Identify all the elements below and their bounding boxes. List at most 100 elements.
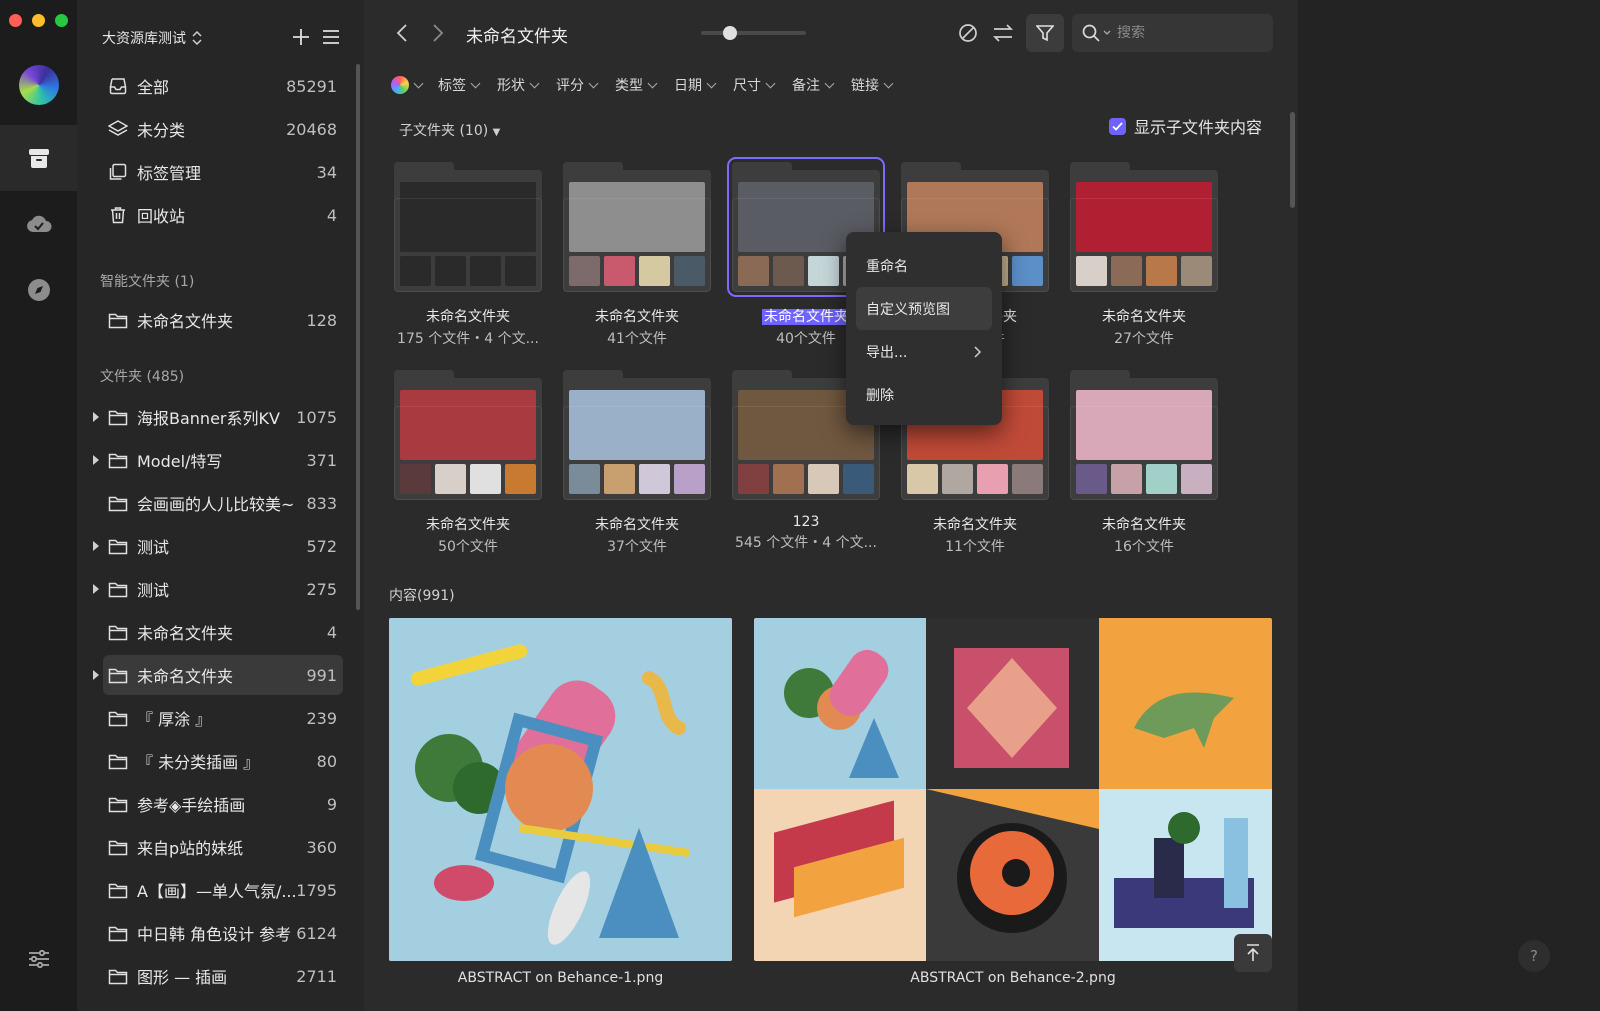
filter-dropdown[interactable]: 类型 xyxy=(615,75,658,95)
sidebar-item-count: 371 xyxy=(306,450,337,470)
folder-item[interactable]: A【画】—单人气氛/... 1795 xyxy=(103,870,343,910)
filter-dropdown[interactable]: 日期 xyxy=(674,75,717,95)
folder-item[interactable]: 参考◈手绘插画 9 xyxy=(103,784,343,824)
sidebar-item-tag-manage[interactable]: 标签管理 34 xyxy=(103,152,343,192)
subfolder-card[interactable]: 未命名文件夹 41个文件 xyxy=(557,162,717,348)
folder-item[interactable]: 『 未分类插画 』 80 xyxy=(103,741,343,781)
folder-item[interactable]: 测试 275 xyxy=(93,569,343,609)
expand-caret-icon[interactable] xyxy=(93,670,99,680)
main-scrollbar[interactable] xyxy=(1290,112,1295,208)
search-input[interactable] xyxy=(1117,25,1247,41)
help-button[interactable]: ? xyxy=(1518,940,1550,972)
chevron-down-icon xyxy=(470,78,481,88)
expand-caret-icon[interactable] xyxy=(93,541,99,551)
filter-dropdown[interactable]: 备注 xyxy=(792,75,835,95)
sidebar-item-count: 9 xyxy=(326,794,337,814)
folder-item[interactable]: 会画画的人儿比较美~ 833 xyxy=(103,483,343,523)
sidebar-item-label: 标签管理 xyxy=(137,164,202,183)
app-rail xyxy=(0,0,77,1011)
explore-rail-button[interactable] xyxy=(0,257,77,323)
filter-label: 日期 xyxy=(674,78,702,94)
subfolder-file-count: 41个文件 xyxy=(607,331,667,347)
folder-item[interactable]: 未命名文件夹 4 xyxy=(103,612,343,652)
forward-icon[interactable] xyxy=(432,24,444,42)
folder-item[interactable]: 海报Banner系列KV 1075 xyxy=(93,397,343,437)
subfolder-name: 未命名文件夹 xyxy=(426,517,510,533)
search-box[interactable] xyxy=(1072,14,1273,52)
sidebar-item-label: 未命名文件夹 xyxy=(137,667,234,686)
color-filter[interactable] xyxy=(391,76,424,94)
content-label: 内容(991) xyxy=(389,588,455,604)
abstract-image-2 xyxy=(754,618,1272,961)
smart-folder-item[interactable]: 未命名文件夹 128 xyxy=(103,300,343,340)
menu-item-custom-preview[interactable]: 自定义预览图 xyxy=(856,287,992,330)
folder-item[interactable]: 未命名文件夹 991 xyxy=(93,655,343,695)
subfolder-card[interactable]: 未命名文件夹 27个文件 xyxy=(1064,162,1224,348)
sidebar-item-label: 海报Banner系列KV xyxy=(137,409,280,428)
subfolder-card[interactable]: 未命名文件夹 16个文件 xyxy=(1064,370,1224,556)
app-logo[interactable] xyxy=(19,65,59,105)
subfolder-card[interactable]: 未命名文件夹 175 个文件・4 个文... xyxy=(388,162,548,348)
folder-item[interactable]: 中日韩 角色设计 参考 6124 xyxy=(103,913,343,953)
window-close-button[interactable] xyxy=(9,14,22,27)
sidebar-item-layers[interactable]: 未分类 20468 xyxy=(103,109,343,149)
filter-dropdown[interactable]: 标签 xyxy=(438,75,481,95)
folder-icon xyxy=(107,879,129,901)
sidebar-item-label: 图形 — 插画 xyxy=(137,968,228,987)
expand-caret-icon[interactable] xyxy=(93,412,99,422)
context-menu: 重命名 自定义预览图 导出... 删除 xyxy=(846,232,1002,425)
folder-icon xyxy=(107,707,129,729)
expand-caret-icon[interactable] xyxy=(93,455,99,465)
zoom-slider-knob[interactable] xyxy=(723,26,738,40)
folder-thumbnail xyxy=(394,370,542,500)
sidebar-item-inbox[interactable]: 全部 85291 xyxy=(103,66,343,106)
filter-dropdown[interactable]: 形状 xyxy=(497,75,540,95)
folder-icon xyxy=(107,965,129,987)
zoom-slider[interactable] xyxy=(701,31,806,35)
filter-dropdown[interactable]: 链接 xyxy=(851,75,894,95)
window-zoom-button[interactable] xyxy=(55,14,68,27)
library-switcher[interactable]: 大资源库测试 xyxy=(102,28,202,48)
content-image-card[interactable] xyxy=(389,618,732,961)
sidebar-item-count: 128 xyxy=(306,310,337,330)
show-subfolder-toggle[interactable]: 显示子文件夹内容 xyxy=(1109,114,1262,138)
folder-item[interactable]: 图形 — 插画 2711 xyxy=(103,956,343,996)
sidebar-item-label: 未命名文件夹 xyxy=(137,312,234,331)
folder-item[interactable]: 测试 572 xyxy=(93,526,343,566)
menu-item-rename[interactable]: 重命名 xyxy=(856,244,992,287)
menu-item-label: 删除 xyxy=(866,387,894,404)
no-filter-icon[interactable] xyxy=(958,23,978,43)
sort-swap-icon[interactable] xyxy=(992,24,1014,42)
back-icon[interactable] xyxy=(396,24,408,42)
add-icon[interactable] xyxy=(292,28,310,46)
subfolder-name: 未命名文件夹 xyxy=(595,517,679,533)
subfolder-name: 未命名文件夹 xyxy=(933,517,1017,533)
sidebar-item-count: 20468 xyxy=(286,119,337,139)
library-rail-button[interactable] xyxy=(0,125,77,191)
menu-icon[interactable] xyxy=(322,29,340,45)
settings-rail-button[interactable] xyxy=(0,926,77,992)
subfolder-card[interactable]: 未命名文件夹 50个文件 xyxy=(388,370,548,556)
folder-item[interactable]: Model/特写 371 xyxy=(93,440,343,480)
window-minimize-button[interactable] xyxy=(32,14,45,27)
chevron-down-icon xyxy=(529,78,540,88)
cloud-rail-button[interactable] xyxy=(0,191,77,257)
sidebar-item-count: 80 xyxy=(316,751,337,771)
menu-item-export[interactable]: 导出... xyxy=(856,330,992,373)
sidebar-item-trash[interactable]: 回收站 4 xyxy=(103,195,343,235)
content-image-card[interactable] xyxy=(754,618,1272,961)
expand-caret-icon[interactable] xyxy=(93,584,99,594)
folder-item[interactable]: 来自p站的妹纸 360 xyxy=(103,827,343,867)
subfolder-file-count: 16个文件 xyxy=(1114,539,1174,555)
filter-dropdown[interactable]: 评分 xyxy=(556,75,599,95)
chevron-down-icon xyxy=(706,78,717,88)
show-subfolder-checkbox[interactable] xyxy=(1109,117,1126,135)
subfolder-card[interactable]: 未命名文件夹 37个文件 xyxy=(557,370,717,556)
menu-item-delete[interactable]: 删除 xyxy=(856,373,992,416)
folder-item[interactable]: 『 厚涂 』 239 xyxy=(103,698,343,738)
sidebar-scrollbar[interactable] xyxy=(356,64,360,610)
subfolder-dropdown[interactable]: 子文件夹 (10) ▼ xyxy=(399,120,500,140)
filter-toggle-button[interactable] xyxy=(1026,14,1064,52)
filter-dropdown[interactable]: 尺寸 xyxy=(733,75,776,95)
scroll-to-top-button[interactable] xyxy=(1234,934,1272,972)
